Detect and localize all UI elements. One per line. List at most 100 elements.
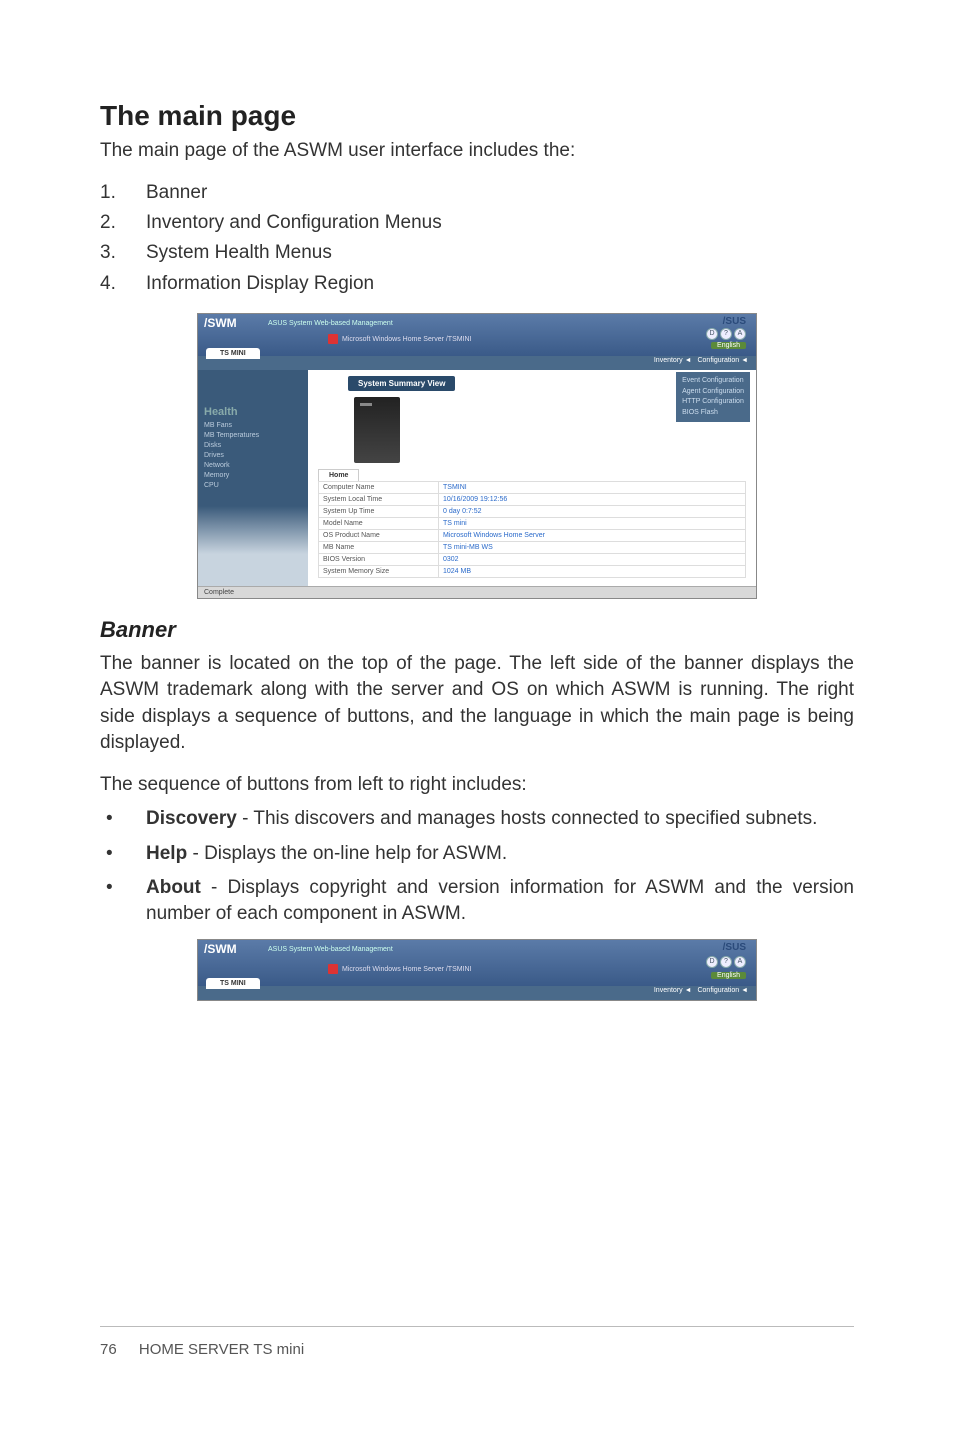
bullet-marker: • [100,841,146,867]
bullet-item: •Help - Displays the on-line help for AS… [100,841,854,867]
health-sidebar: Health MB Fans MB Temperatures Disks Dri… [198,370,308,586]
system-info-table: Computer NameTSMINI System Local Time10/… [318,481,746,578]
info-key: MB Name [319,542,439,554]
table-row: System Memory Size1024 MB [319,566,746,578]
table-row: BIOS Version0302 [319,554,746,566]
table-row: System Up Time0 day 0:7:52 [319,506,746,518]
info-key: Model Name [319,518,439,530]
config-item-event[interactable]: Event Configuration [682,376,744,387]
sidebar-item-fans[interactable]: MB Fans [204,422,302,429]
info-display-region: System Summary View Event Configuration … [308,370,756,586]
banner-screenshot: /SWM ASUS System Web-based Management Mi… [197,939,757,1001]
banner-region: /SWM ASUS System Web-based Management Mi… [198,940,756,986]
bullet-bold: About [146,877,201,898]
info-value: Microsoft Windows Home Server [439,530,746,542]
numbered-list: 1.Banner 2.Inventory and Configuration M… [100,178,854,300]
footer-title: HOME SERVER TS mini [139,1341,304,1358]
aswm-logo: /SWM [204,942,237,956]
configuration-menu[interactable]: Configuration ◄ [695,357,750,364]
language-selector[interactable]: English [711,972,746,979]
discovery-button[interactable]: D [706,956,718,968]
asus-logo: /SUS [723,316,746,327]
sidebar-item-disks[interactable]: Disks [204,442,302,449]
page-heading: The main page [100,100,854,132]
table-row: MB NameTS mini-MB WS [319,542,746,554]
info-key: Computer Name [319,482,439,494]
aswm-subtitle: ASUS System Web-based Management [268,946,393,953]
intro-text: The main page of the ASWM user interface… [100,138,854,164]
sidebar-item-drives[interactable]: Drives [204,452,302,459]
table-row: OS Product NameMicrosoft Windows Home Se… [319,530,746,542]
aswm-logo: /SWM [204,316,237,330]
asus-logo: /SUS [723,942,746,953]
list-item: 4.Information Display Region [100,269,854,299]
about-button[interactable]: A [734,328,746,340]
sidebar-item-cpu[interactable]: CPU [204,482,302,489]
windows-icon [328,334,338,344]
bullet-bold: Discovery [146,808,237,829]
list-item: 3.System Health Menus [100,238,854,268]
help-button[interactable]: ? [720,956,732,968]
os-text: Microsoft Windows Home Server /TSMINI [342,966,472,973]
list-num: 3. [100,238,146,268]
list-text: Information Display Region [146,269,374,299]
list-text: Banner [146,178,207,208]
info-key: System Up Time [319,506,439,518]
os-text: Microsoft Windows Home Server /TSMINI [342,336,472,343]
server-image [354,397,400,463]
home-tab[interactable]: Home [318,469,359,481]
configuration-menu[interactable]: Configuration ◄ [695,987,750,994]
list-num: 4. [100,269,146,299]
bullet-rest: - Displays copyright and version informa… [146,877,854,924]
info-key: System Memory Size [319,566,439,578]
bullet-item: •About - Displays copyright and version … [100,875,854,927]
banner-buttons: D ? A [706,328,746,340]
tab-bar: TS MINI Inventory ◄ Configuration ◄ [198,356,756,370]
info-value: 0302 [439,554,746,566]
about-button[interactable]: A [734,956,746,968]
tab-bar: TS MINI Inventory ◄ Configuration ◄ [198,986,756,1000]
inventory-menu[interactable]: Inventory ◄ [652,357,694,364]
table-row: System Local Time10/16/2009 19:12:56 [319,494,746,506]
list-item: 2.Inventory and Configuration Menus [100,208,854,238]
help-button[interactable]: ? [720,328,732,340]
info-value: TS mini [439,518,746,530]
banner-buttons: D ? A [706,956,746,968]
config-dropdown: Event Configuration Agent Configuration … [676,372,750,422]
info-value: TS mini-MB WS [439,542,746,554]
page-number: 76 [100,1341,117,1358]
status-bar: Complete [198,586,756,598]
info-value: 0 day 0:7:52 [439,506,746,518]
sidebar-item-temperatures[interactable]: MB Temperatures [204,432,302,439]
host-tab[interactable]: TS MINI [206,348,260,359]
info-value: TSMINI [439,482,746,494]
info-value: 1024 MB [439,566,746,578]
bullet-list: •Discovery - This discovers and manages … [100,806,854,927]
table-row: Computer NameTSMINI [319,482,746,494]
bullet-marker: • [100,806,146,832]
info-key: BIOS Version [319,554,439,566]
bullet-rest: - This discovers and manages hosts conne… [237,808,818,829]
config-item-http[interactable]: HTTP Configuration [682,397,744,408]
config-item-agent[interactable]: Agent Configuration [682,387,744,398]
main-screenshot: /SWM ASUS System Web-based Management Mi… [197,313,757,599]
info-value: 10/16/2009 19:12:56 [439,494,746,506]
system-summary-button[interactable]: System Summary View [348,376,455,391]
sidebar-item-memory[interactable]: Memory [204,472,302,479]
config-item-bios[interactable]: BIOS Flash [682,408,744,419]
list-text: Inventory and Configuration Menus [146,208,442,238]
list-text: System Health Menus [146,238,332,268]
page-footer: 76 HOME SERVER TS mini [100,1326,854,1358]
sidebar-item-network[interactable]: Network [204,462,302,469]
bullet-bold: Help [146,843,187,864]
language-selector[interactable]: English [711,342,746,349]
host-tab[interactable]: TS MINI [206,978,260,989]
bullet-rest: - Displays the on-line help for ASWM. [187,843,507,864]
banner-region: /SWM ASUS System Web-based Management Mi… [198,314,756,356]
table-row: Model NameTS mini [319,518,746,530]
banner-section-heading: Banner [100,617,854,643]
discovery-button[interactable]: D [706,328,718,340]
info-key: OS Product Name [319,530,439,542]
inventory-menu[interactable]: Inventory ◄ [652,987,694,994]
banner-paragraph: The banner is located on the top of the … [100,651,854,756]
